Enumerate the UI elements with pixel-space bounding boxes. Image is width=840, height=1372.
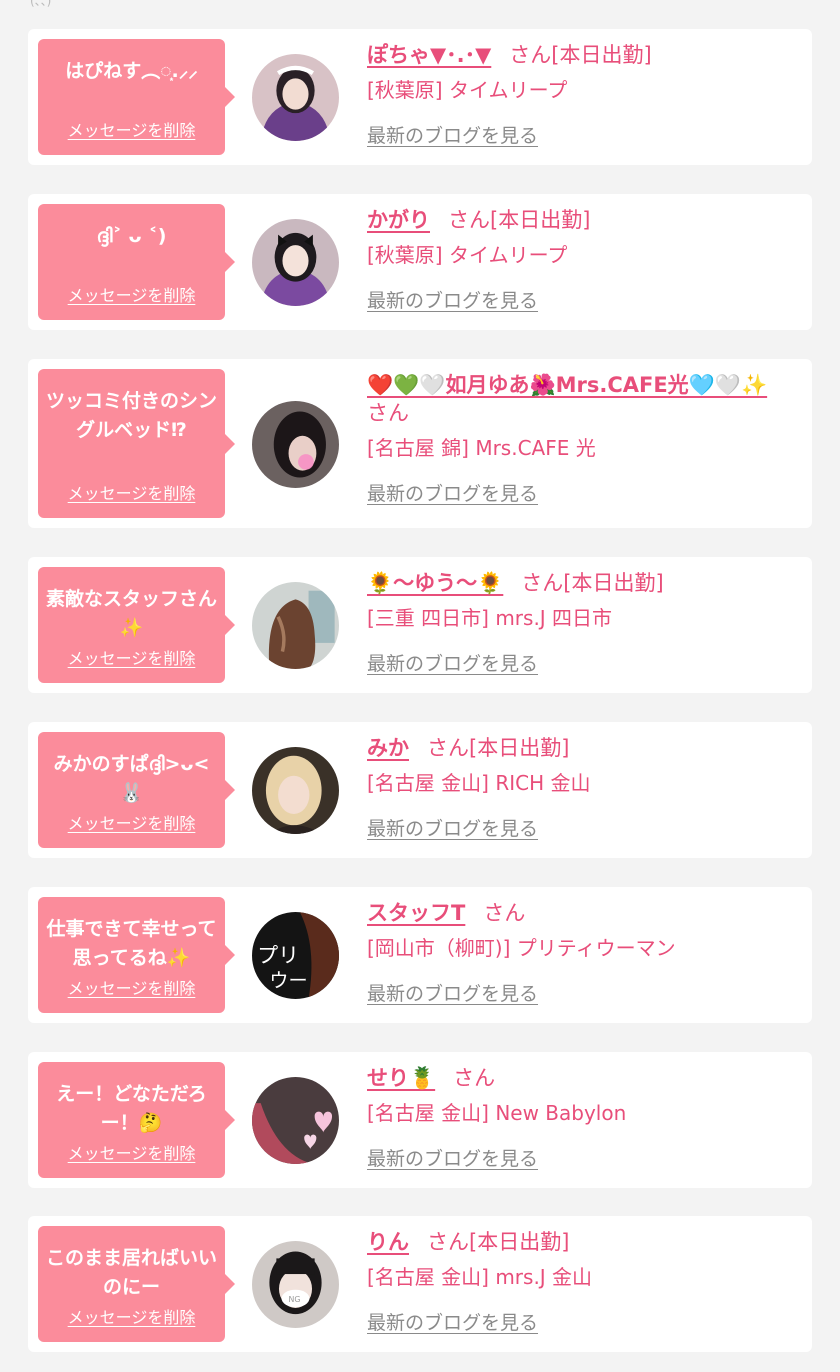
message-text: ദ്ദി˃ ᴗ ˂) bbox=[96, 225, 167, 247]
message-card: ツッコミ付きのシングルベッド⁉︎ メッセージを削除 ❤️💚🤍如月ゆあ🌺Mrs.C… bbox=[28, 359, 812, 528]
shop-name: [名古屋 金山] New Babylon bbox=[367, 1101, 627, 1125]
sender-name-link[interactable]: りん bbox=[367, 1230, 409, 1254]
sender-name-link[interactable]: ❤️💚🤍如月ゆあ🌺Mrs.CAFE光🩵🤍✨ bbox=[367, 373, 767, 397]
message-bubble: 素敵なスタッフさん✨ メッセージを削除 bbox=[38, 567, 235, 683]
sender-honorific: さん[本日出勤] bbox=[427, 736, 570, 760]
message-text: 仕事できて幸せって思ってるね✨ bbox=[46, 918, 217, 969]
sender-honorific: さん[本日出勤] bbox=[509, 43, 652, 67]
avatar[interactable] bbox=[252, 219, 339, 306]
svg-text:ウー: ウー bbox=[269, 969, 307, 992]
delete-message-link[interactable]: メッセージを削除 bbox=[68, 975, 196, 999]
latest-blog-link[interactable]: 最新のブログを見る bbox=[367, 479, 538, 506]
message-text: はぴねす︵◌͙.⸝⸝ bbox=[65, 60, 198, 82]
shop-name: [秋葉原] タイムリープ bbox=[367, 243, 568, 267]
avatar-photo-icon bbox=[252, 219, 339, 306]
sender-info: せり🍍 さん [名古屋 金山] New Babylon 最新のブログを見る bbox=[367, 1064, 798, 1171]
sender-info: 🌻〜ゆう〜🌻 さん[本日出勤] [三重 四日市] mrs.J 四日市 最新のブログ… bbox=[367, 569, 798, 676]
latest-blog-link[interactable]: 最新のブログを見る bbox=[367, 814, 538, 841]
message-text: えー！どなただろー！🤔 bbox=[56, 1083, 207, 1134]
avatar-photo-icon bbox=[252, 401, 339, 488]
latest-blog-link[interactable]: 最新のブログを見る bbox=[367, 1308, 538, 1335]
message-bubble: このまま居ればいいのにー メッセージを削除 bbox=[38, 1226, 235, 1342]
message-bubble: はぴねす︵◌͙.⸝⸝ メッセージを削除 bbox=[38, 39, 235, 155]
shop-name: [名古屋 錦] Mrs.CAFE 光 bbox=[367, 436, 596, 460]
avatar[interactable] bbox=[252, 1077, 339, 1164]
message-bubble: ツッコミ付きのシングルベッド⁉︎ メッセージを削除 bbox=[38, 369, 235, 518]
sender-info: みか さん[本日出勤] [名古屋 金山] RICH 金山 最新のブログを見る bbox=[367, 734, 798, 841]
sender-honorific: さん[本日出勤] bbox=[448, 208, 591, 232]
avatar[interactable] bbox=[252, 582, 339, 669]
sender-name-link[interactable]: 🌻〜ゆう〜🌻 bbox=[367, 571, 503, 595]
message-card: 素敵なスタッフさん✨ メッセージを削除 🌻〜ゆう〜🌻 さん[本日出勤] [三重 四… bbox=[28, 557, 812, 693]
message-card: はぴねす︵◌͙.⸝⸝ メッセージを削除 ぽちゃ▼･.･▼ さん[本日出勤] [秋葉… bbox=[28, 29, 812, 165]
message-text: 素敵なスタッフさん✨ bbox=[45, 588, 217, 639]
sender-honorific: さん bbox=[453, 1066, 496, 1090]
message-text: みかのすぱദ്ദി>ᴗ<🐰 bbox=[53, 753, 210, 804]
avatar-photo-icon bbox=[252, 747, 339, 834]
sender-name-link[interactable]: かがり bbox=[367, 208, 430, 232]
message-bubble: みかのすぱദ്ദി>ᴗ<🐰 メッセージを削除 bbox=[38, 732, 235, 848]
shop-logo-icon: プリ ウー bbox=[252, 912, 339, 999]
avatar[interactable]: プリ ウー bbox=[252, 912, 339, 999]
avatar[interactable] bbox=[252, 747, 339, 834]
delete-message-link[interactable]: メッセージを削除 bbox=[68, 810, 196, 834]
shop-name: [秋葉原] タイムリープ bbox=[367, 78, 568, 102]
message-card: 仕事できて幸せって思ってるね✨ メッセージを削除 プリ ウー スタッフT さん [… bbox=[28, 887, 812, 1023]
message-bubble: えー！どなただろー！🤔 メッセージを削除 bbox=[38, 1062, 235, 1178]
sender-honorific: さん[本日出勤] bbox=[427, 1230, 570, 1254]
sender-honorific: さん[本日出勤] bbox=[521, 571, 664, 595]
shop-name: [三重 四日市] mrs.J 四日市 bbox=[367, 606, 613, 630]
delete-message-link[interactable]: メッセージを削除 bbox=[68, 117, 196, 141]
avatar-photo-icon bbox=[252, 582, 339, 669]
sender-honorific: さん bbox=[483, 901, 526, 925]
latest-blog-link[interactable]: 最新のブログを見る bbox=[367, 121, 538, 148]
message-bubble: 仕事できて幸せって思ってるね✨ メッセージを削除 bbox=[38, 897, 235, 1013]
svg-text:NG: NG bbox=[289, 1295, 301, 1304]
previous-card-fragment: (、、) bbox=[0, 0, 840, 10]
message-text: ツッコミ付きのシングルベッド⁉︎ bbox=[45, 390, 217, 441]
svg-text:プリ: プリ bbox=[257, 943, 299, 967]
delete-message-link[interactable]: メッセージを削除 bbox=[68, 1140, 196, 1164]
sender-info: りん さん[本日出勤] [名古屋 金山] mrs.J 金山 最新のブログを見る bbox=[367, 1228, 798, 1335]
avatar[interactable] bbox=[252, 54, 339, 141]
avatar-photo-icon bbox=[252, 54, 339, 141]
shop-name: [名古屋 金山] mrs.J 金山 bbox=[367, 1265, 593, 1289]
shop-name: [名古屋 金山] RICH 金山 bbox=[367, 771, 591, 795]
latest-blog-link[interactable]: 最新のブログを見る bbox=[367, 979, 538, 1006]
latest-blog-link[interactable]: 最新のブログを見る bbox=[367, 649, 538, 676]
delete-message-link[interactable]: メッセージを削除 bbox=[68, 480, 196, 504]
sender-name-link[interactable]: ぽちゃ▼･.･▼ bbox=[367, 43, 491, 67]
top-fragment-text: (、、) bbox=[30, 0, 52, 8]
avatar-photo-icon: NG bbox=[252, 1241, 339, 1328]
sender-info: ぽちゃ▼･.･▼ さん[本日出勤] [秋葉原] タイムリープ 最新のブログを見る bbox=[367, 41, 798, 148]
sender-info: ❤️💚🤍如月ゆあ🌺Mrs.CAFE光🩵🤍✨ さん [名古屋 錦] Mrs.CAFE… bbox=[367, 371, 798, 506]
avatar-photo-icon bbox=[252, 1077, 339, 1164]
avatar[interactable] bbox=[252, 401, 339, 488]
latest-blog-link[interactable]: 最新のブログを見る bbox=[367, 1144, 538, 1171]
sender-name-link[interactable]: せり🍍 bbox=[367, 1066, 435, 1090]
sender-info: スタッフT さん [岡山市（柳町)] プリティウーマン 最新のブログを見る bbox=[367, 899, 798, 1006]
avatar[interactable]: NG bbox=[252, 1241, 339, 1328]
shop-name: [岡山市（柳町)] プリティウーマン bbox=[367, 936, 676, 960]
message-card: このまま居ればいいのにー メッセージを削除 NG りん さん[本日出勤] [名古屋… bbox=[28, 1216, 812, 1352]
delete-message-link[interactable]: メッセージを削除 bbox=[68, 282, 196, 306]
message-bubble: ദ്ദി˃ ᴗ ˂) メッセージを削除 bbox=[38, 204, 235, 320]
message-card: みかのすぱദ്ദി>ᴗ<🐰 メッセージを削除 みか さん[本日出勤] [名古屋 金… bbox=[28, 722, 812, 858]
message-text: このまま居ればいいのにー bbox=[45, 1247, 217, 1298]
latest-blog-link[interactable]: 最新のブログを見る bbox=[367, 286, 538, 313]
message-card: ദ്ദി˃ ᴗ ˂) メッセージを削除 かがり さん[本日出勤] [秋葉原] タイ… bbox=[28, 194, 812, 330]
delete-message-link[interactable]: メッセージを削除 bbox=[68, 645, 196, 669]
sender-name-link[interactable]: スタッフT bbox=[367, 901, 465, 925]
sender-info: かがり さん[本日出勤] [秋葉原] タイムリープ 最新のブログを見る bbox=[367, 206, 798, 313]
sender-name-link[interactable]: みか bbox=[367, 736, 409, 760]
sender-honorific: さん bbox=[367, 401, 409, 425]
message-card: えー！どなただろー！🤔 メッセージを削除 せり🍍 さん [名古屋 金山] New … bbox=[28, 1052, 812, 1188]
messages-page: (、、) はぴねす︵◌͙.⸝⸝ メッセージを削除 ぽちゃ▼･.･▼ さん[本日出勤… bbox=[0, 0, 840, 1372]
delete-message-link[interactable]: メッセージを削除 bbox=[68, 1304, 196, 1328]
